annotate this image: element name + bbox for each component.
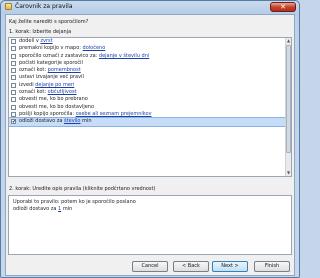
action-link[interactable]: občutljivost: [48, 89, 77, 95]
action-checkbox[interactable]: [11, 60, 16, 66]
action-text: dodeli v: [19, 38, 41, 44]
actions-scrollbar[interactable]: ▲ ▼: [285, 38, 291, 176]
step2-label: 2. korak: Uredite opis pravila (kliknite…: [9, 186, 156, 192]
dialog-body: Kaj želite narediti s sporočilom? 1. kor…: [5, 14, 295, 276]
action-row[interactable]: ✔ odloži dostavo za število min: [9, 117, 291, 127]
action-checkbox[interactable]: [11, 82, 16, 88]
description-line-1: Uporabi to pravilo: potem ko je sporočil…: [13, 199, 136, 205]
description-line-2-prefix: odloži dostavo za: [13, 206, 59, 212]
action-row[interactable]: označi kot: občutljivost: [9, 89, 291, 96]
action-link[interactable]: dejanje v številu dni: [99, 53, 149, 59]
action-text: označi kot:: [19, 67, 48, 74]
action-text: ustavi izvajanje več pravil: [19, 74, 84, 81]
action-link[interactable]: zvrst: [40, 38, 52, 44]
action-row[interactable]: izvedi dejanje po meri: [9, 82, 291, 89]
scroll-thumb[interactable]: [286, 45, 291, 153]
action-row[interactable]: ustavi izvajanje več pravil: [9, 74, 291, 81]
action-checkbox[interactable]: [11, 39, 16, 44]
action-link[interactable]: določeno: [83, 45, 106, 51]
action-text: izvedi: [19, 81, 36, 88]
description-line-2: odloži dostavo za 1 min: [13, 206, 287, 213]
description-line-2-suffix: min: [61, 206, 73, 212]
action-link[interactable]: število: [64, 118, 80, 124]
question-label: Kaj želite narediti s sporočilom?: [9, 19, 89, 25]
action-text: premakni kopijo v mapo:: [19, 45, 83, 52]
cancel-button[interactable]: Cancel: [132, 261, 168, 272]
action-checkbox[interactable]: [11, 53, 16, 59]
scroll-down-icon[interactable]: ▼: [286, 170, 291, 176]
action-row[interactable]: premakni kopijo v mapo: določeno: [9, 45, 291, 52]
action-checkbox[interactable]: ✔: [11, 119, 16, 125]
rules-wizard-icon: [5, 3, 12, 10]
action-checkbox[interactable]: [11, 46, 16, 52]
rule-description-box: Uporabi to pravilo: potem ko je sporočil…: [8, 195, 292, 255]
scroll-up-icon[interactable]: ▲: [286, 38, 291, 44]
action-text: počisti kategorije sporočil: [19, 59, 83, 66]
step1-label: 1. korak: Izberite dejanja: [9, 29, 72, 35]
action-checkbox[interactable]: [11, 111, 16, 117]
action-checkbox[interactable]: [11, 104, 16, 110]
action-text: sporočilo označi z zastavico za:: [19, 52, 99, 59]
resize-grip-icon[interactable]: ⋰: [288, 269, 293, 274]
action-text: pošlji kopijo sporočila:: [19, 110, 76, 117]
next-button[interactable]: Next >: [212, 261, 248, 272]
action-row[interactable]: sporočilo označi z zastavico za: dejanje…: [9, 53, 291, 60]
action-text: obvesti me, ko bo prebrano: [19, 96, 88, 103]
action-row[interactable]: obvesti me, ko bo dostavljeno: [9, 104, 291, 111]
action-checkbox[interactable]: [11, 68, 16, 74]
actions-list[interactable]: dodeli v zvrst premakni kopijo v mapo: do…: [8, 37, 292, 177]
back-button[interactable]: < Back: [173, 261, 209, 272]
action-link[interactable]: pomembnost: [48, 67, 81, 73]
title-bar[interactable]: Čarovnik za pravila ✕: [1, 1, 299, 13]
action-row[interactable]: obvesti me, ko bo prebrano: [9, 96, 291, 103]
action-text: odloži dostavo za: [19, 118, 65, 125]
action-checkbox[interactable]: [11, 97, 16, 103]
action-text: označi kot:: [19, 89, 48, 96]
finish-button[interactable]: Finish: [254, 261, 290, 272]
action-link[interactable]: osebe ali seznam prejemnikov: [76, 111, 152, 117]
action-checkbox[interactable]: [11, 75, 16, 81]
action-link[interactable]: dejanje po meri: [35, 82, 74, 88]
window-title: Čarovnik za pravila: [15, 3, 73, 10]
action-checkbox[interactable]: [11, 90, 16, 96]
rules-wizard-window: Čarovnik za pravila ✕ Kaj želite naredit…: [0, 0, 300, 278]
action-text: obvesti me, ko bo dostavljeno: [19, 103, 95, 110]
close-button[interactable]: ✕: [270, 2, 296, 12]
action-suffix: min: [80, 118, 92, 125]
